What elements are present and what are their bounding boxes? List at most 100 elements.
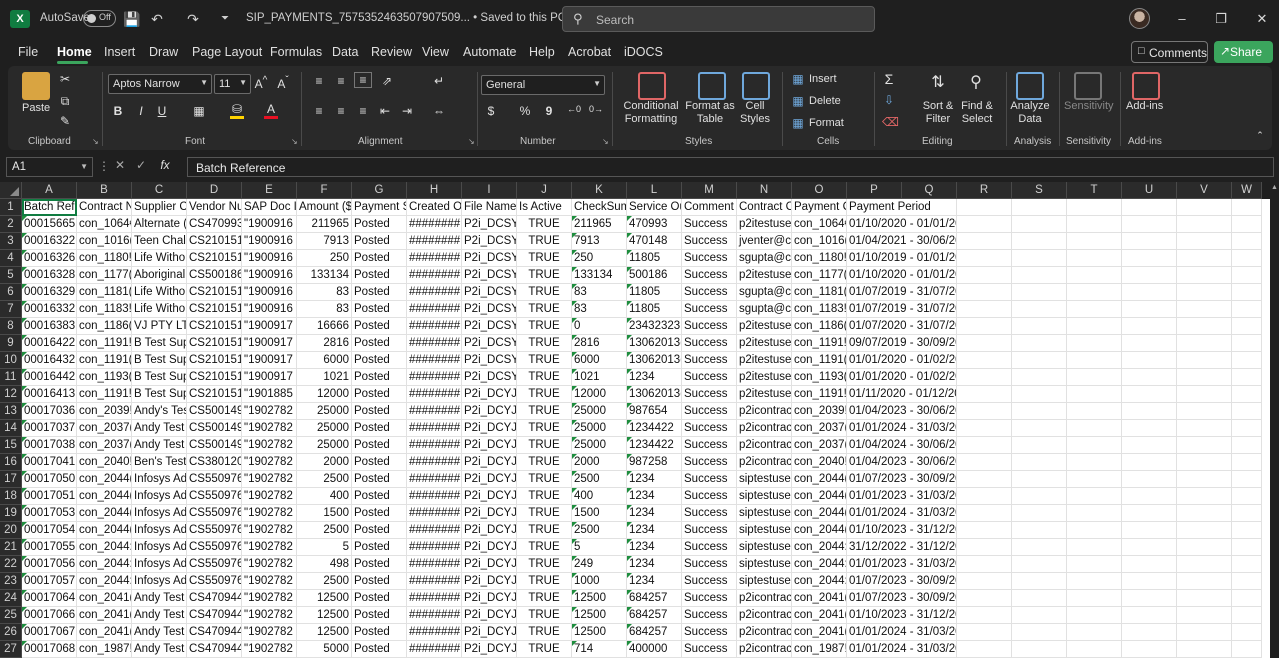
cell-p22[interactable]: 01/01/2023 - 31/03/2023 [847,556,957,573]
cell-i20[interactable]: P2i_DCYJI [462,522,517,539]
alignment-launcher-icon[interactable]: ↘ [468,137,475,146]
cell-styles-button[interactable]: Cell Styles [736,100,774,126]
cell-i21[interactable]: P2i_DCYJI [462,539,517,556]
cell-e9[interactable]: "1900917 [242,335,297,352]
cell-a14[interactable]: 00017037 [22,420,77,437]
cell-u16[interactable] [1122,454,1177,471]
column-header-t[interactable]: T [1067,182,1122,199]
cell-m25[interactable]: Success [682,607,737,624]
search-input[interactable]: ⚲ Search [562,6,875,32]
column-header-w[interactable]: W [1232,182,1262,199]
tab-home[interactable]: Home [57,45,92,59]
cell-b25[interactable]: con_2041( [77,607,132,624]
row-header[interactable]: 13 [0,403,22,420]
cell-p21[interactable]: 31/12/2022 - 31/12/2022 [847,539,957,556]
cell-b21[interactable]: con_2044: [77,539,132,556]
cell-f21[interactable]: 5 [297,539,352,556]
cell-o21[interactable]: con_2044: [792,539,847,556]
cell-f8[interactable]: 16666 [297,318,352,335]
cell-b19[interactable]: con_2044( [77,505,132,522]
paste-button[interactable]: Paste [22,102,50,114]
cell-m27[interactable]: Success [682,641,737,658]
cell-r18[interactable] [957,488,1012,505]
cell-a26[interactable]: 00017067 [22,624,77,641]
cell-s21[interactable] [1012,539,1067,556]
cell-m17[interactable]: Success [682,471,737,488]
cell-e19[interactable]: "1902782 [242,505,297,522]
cell-m22[interactable]: Success [682,556,737,573]
cell-l19[interactable]: 1234 [627,505,682,522]
cell-g6[interactable]: Posted [352,284,407,301]
row-header[interactable]: 5 [0,267,22,284]
cell-k22[interactable]: 249 [572,556,627,573]
cell-e18[interactable]: "1902782 [242,488,297,505]
undo-icon[interactable]: ↶ [148,10,166,28]
cell-k11[interactable]: 1021 [572,369,627,386]
cell-w2[interactable] [1232,216,1262,233]
cell-g2[interactable]: Posted [352,216,407,233]
cell-i10[interactable]: P2i_DCSY\ [462,352,517,369]
cell-p2[interactable]: 01/10/2020 - 01/01/2021 [847,216,957,233]
cell-k18[interactable]: 400 [572,488,627,505]
cell-a21[interactable]: 00017055 [22,539,77,556]
cell-a11[interactable]: 00016442 [22,369,77,386]
cell-h8[interactable]: ######## [407,318,462,335]
decrease-font-icon[interactable]: Aˇ [276,75,290,91]
cell-m14[interactable]: Success [682,420,737,437]
cell-o8[interactable]: con_1186( [792,318,847,335]
paste-icon[interactable] [22,72,50,100]
cell-i6[interactable]: P2i_DCSY\ [462,284,517,301]
cell-d12[interactable]: CS210151 [187,386,242,403]
cell-b18[interactable]: con_2044( [77,488,132,505]
cell-a16[interactable]: 00017041 [22,454,77,471]
cell-i19[interactable]: P2i_DCYJI [462,505,517,522]
cell-m8[interactable]: Success [682,318,737,335]
cell-l2[interactable]: 470993 [627,216,682,233]
insert-cells-icon[interactable]: ▦ [791,72,805,86]
cell-d25[interactable]: CS470944 [187,607,242,624]
cell-l26[interactable]: 684257 [627,624,682,641]
cell-v13[interactable] [1177,403,1232,420]
cell-f5[interactable]: 133134 [297,267,352,284]
cell-h27[interactable]: ######## [407,641,462,658]
cell-r16[interactable] [957,454,1012,471]
cell-w23[interactable] [1232,573,1262,590]
cell-v11[interactable] [1177,369,1232,386]
cell-t21[interactable] [1067,539,1122,556]
row-header[interactable]: 21 [0,539,22,556]
cell-d9[interactable]: CS210151 [187,335,242,352]
cell-a24[interactable]: 00017064 [22,590,77,607]
cell-h9[interactable]: ######## [407,335,462,352]
cell-e10[interactable]: "1900917 [242,352,297,369]
font-size-select[interactable]: 11 ▼ [214,74,251,94]
cell-u21[interactable] [1122,539,1177,556]
cell-m23[interactable]: Success [682,573,737,590]
cell-e7[interactable]: "1900916 [242,301,297,318]
cell-g8[interactable]: Posted [352,318,407,335]
formula-input[interactable]: Batch Reference [187,157,1274,177]
row-header[interactable]: 4 [0,250,22,267]
row-header[interactable]: 23 [0,573,22,590]
cell-l3[interactable]: 470148 [627,233,682,250]
cell-j16[interactable]: TRUE [517,454,572,471]
clipboard-launcher-icon[interactable]: ↘ [92,137,99,146]
cell-n27[interactable]: p2icontrac [737,641,792,658]
cell-j2[interactable]: TRUE [517,216,572,233]
cell-m20[interactable]: Success [682,522,737,539]
cell-a12[interactable]: 00016413 [22,386,77,403]
cell-m19[interactable]: Success [682,505,737,522]
cell-m7[interactable]: Success [682,301,737,318]
cell-s19[interactable] [1012,505,1067,522]
cell-l16[interactable]: 987258 [627,454,682,471]
cell-u10[interactable] [1122,352,1177,369]
cell-n14[interactable]: p2icontrac [737,420,792,437]
cell-m3[interactable]: Success [682,233,737,250]
cell-n12[interactable]: p2itestuse [737,386,792,403]
copy-icon[interactable]: ⧉ [58,94,72,109]
cell-b5[interactable]: con_1177( [77,267,132,284]
cell-h18[interactable]: ######## [407,488,462,505]
cell-e5[interactable]: "1900916 [242,267,297,284]
cell-p13[interactable]: 01/04/2023 - 30/06/2023 [847,403,957,420]
italic-button[interactable]: I [135,104,147,118]
restore-icon[interactable]: ❐ [1210,8,1232,30]
